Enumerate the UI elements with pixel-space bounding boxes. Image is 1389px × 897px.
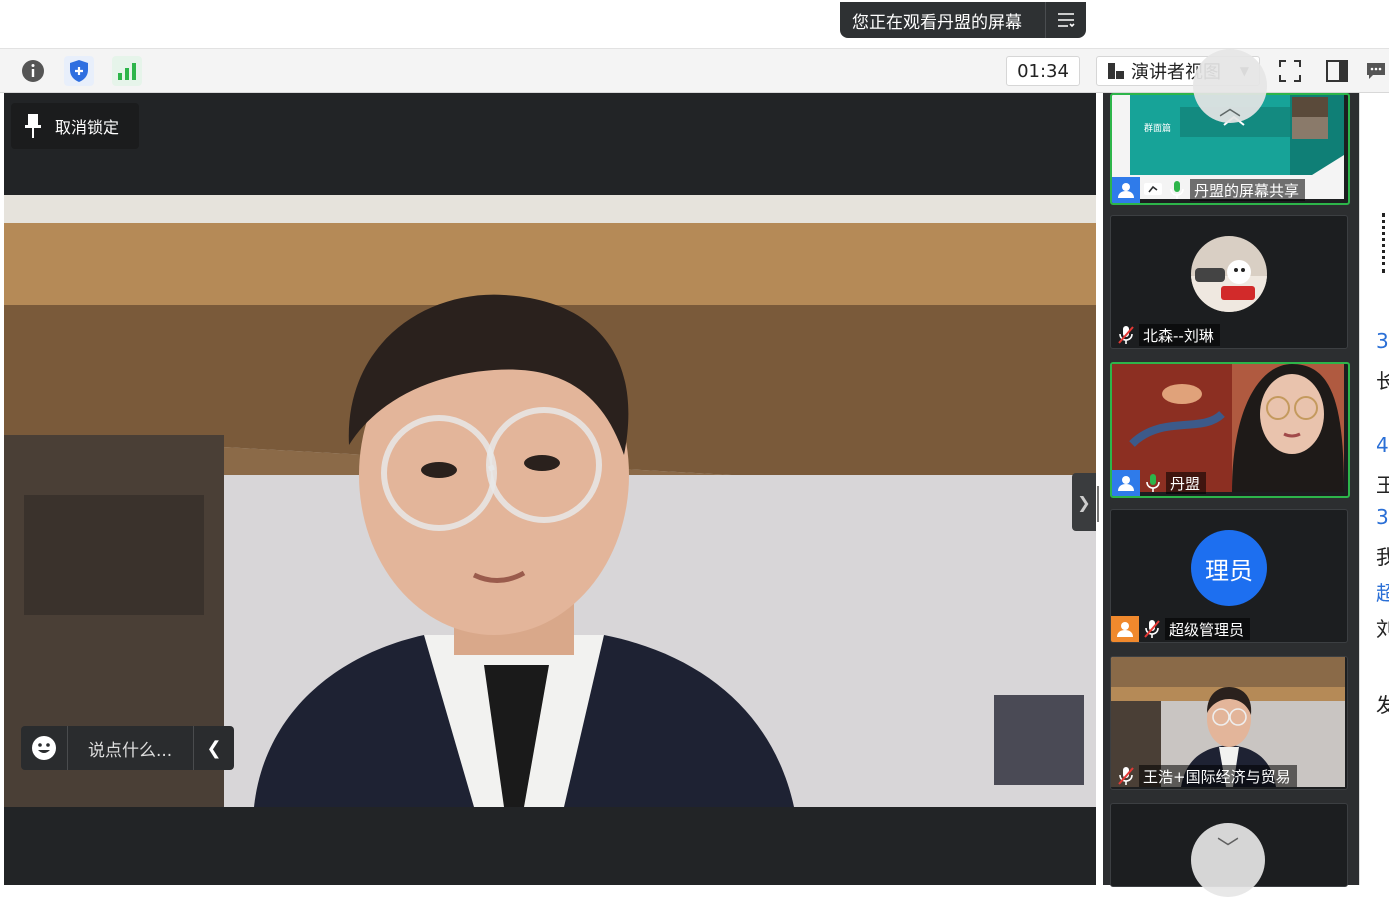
scroll-down-button[interactable]: ﹀ xyxy=(1191,823,1265,897)
scroll-up-button[interactable]: ︿ xyxy=(1193,49,1267,123)
meeting-toolbar: 01:34 演讲者视图 ▼ xyxy=(0,49,1389,93)
pin-icon xyxy=(11,113,55,139)
participant-tile-wanghao[interactable]: 王浩+国际经济与贸易 xyxy=(1110,656,1348,790)
chat-line: 3 xyxy=(1376,505,1389,529)
participant-tile-liulin[interactable]: 北森--刘琳 xyxy=(1110,215,1348,349)
main-speaker-video xyxy=(4,195,1096,807)
unpin-label: 取消锁定 xyxy=(55,118,120,137)
user-icon xyxy=(1112,470,1140,496)
chat-line: 3 xyxy=(1376,329,1389,353)
fullscreen-icon[interactable] xyxy=(1275,56,1305,86)
sidebar-panel-icon[interactable] xyxy=(1322,56,1352,86)
share-banner-text: 您正在观看丹盟的屏幕 xyxy=(852,12,1022,33)
svg-text:群面篇: 群面篇 xyxy=(1144,122,1171,134)
layout-icon xyxy=(1108,63,1124,79)
participant-namebar: 王浩+国际经济与贸易 xyxy=(1111,763,1297,789)
participant-namebar: 丹盟的屏幕共享 xyxy=(1112,177,1306,203)
collapse-sidebar-button[interactable]: ❯ xyxy=(1072,473,1096,531)
emoji-icon[interactable] xyxy=(21,726,68,770)
chat-input[interactable]: 说点什么... xyxy=(68,736,193,761)
chat-icon[interactable] xyxy=(1364,56,1388,86)
chat-line: 我 xyxy=(1376,541,1389,570)
mic-muted-icon xyxy=(1115,324,1137,346)
participant-namebar: 北森--刘琳 xyxy=(1111,322,1220,348)
participant-name: 北森--刘琳 xyxy=(1139,324,1220,346)
avatar xyxy=(1191,236,1267,312)
unpin-button[interactable]: 取消锁定 xyxy=(11,103,139,149)
participant-namebar: 超级管理员 xyxy=(1111,616,1251,642)
text-avatar: 理员 xyxy=(1191,530,1267,606)
participant-namebar: 丹盟 xyxy=(1112,470,1207,496)
user-icon xyxy=(1112,177,1140,203)
chevron-left-icon[interactable]: ❮ xyxy=(193,726,234,770)
chat-line: 刘 xyxy=(1376,613,1389,642)
chat-line: 4 xyxy=(1376,433,1389,457)
mic-on-icon xyxy=(1166,179,1188,201)
side-chat-panel: 3 长 4 王 3 我 超 刘 发 xyxy=(1359,93,1389,885)
screen-share-icon xyxy=(1142,179,1164,201)
chevron-down-icon: ﹀ xyxy=(1216,837,1239,862)
participant-sidebar: 群面篇 丹盟的屏幕共享 北森--刘琳 丹盟 理员 超级管理员 王浩+国际经济与贸… xyxy=(1103,49,1359,897)
window-top-bar: 您正在观看丹盟的屏幕 xyxy=(0,0,1389,49)
participant-tile-admin[interactable]: 理员 超级管理员 xyxy=(1110,509,1348,643)
shield-icon[interactable] xyxy=(64,56,94,86)
host-user-icon xyxy=(1111,616,1139,642)
participant-name: 丹盟 xyxy=(1166,472,1207,494)
participant-tile-danmeng[interactable]: 丹盟 xyxy=(1110,362,1350,498)
chat-line: 长 xyxy=(1376,365,1389,394)
screen-share-banner: 您正在观看丹盟的屏幕 xyxy=(840,2,1086,38)
chat-line: 超 xyxy=(1376,577,1389,606)
signal-bars-icon[interactable] xyxy=(112,56,142,86)
speaker-video-frame xyxy=(4,195,1096,807)
mic-on-icon xyxy=(1142,472,1164,494)
meeting-timer: 01:34 xyxy=(1006,56,1080,86)
participant-name: 超级管理员 xyxy=(1165,618,1251,640)
mic-muted-icon xyxy=(1141,618,1163,640)
chevron-right-icon: ❯ xyxy=(1077,492,1091,512)
more-icon[interactable] xyxy=(1382,213,1389,273)
list-menu-icon[interactable] xyxy=(1045,2,1086,38)
chat-send-label[interactable]: 发 xyxy=(1376,689,1389,718)
mic-muted-icon xyxy=(1115,765,1137,787)
quick-chat-bar[interactable]: 说点什么... ❮ xyxy=(21,726,234,770)
main-video-stage: 取消锁定 说点什么... ❮ ❯ xyxy=(4,93,1096,885)
participant-name: 丹盟的屏幕共享 xyxy=(1190,179,1306,201)
chat-line: 王 xyxy=(1376,469,1389,498)
participant-name: 王浩+国际经济与贸易 xyxy=(1139,765,1297,787)
chevron-up-icon: ︿ xyxy=(1218,96,1241,121)
info-icon[interactable] xyxy=(18,56,48,86)
